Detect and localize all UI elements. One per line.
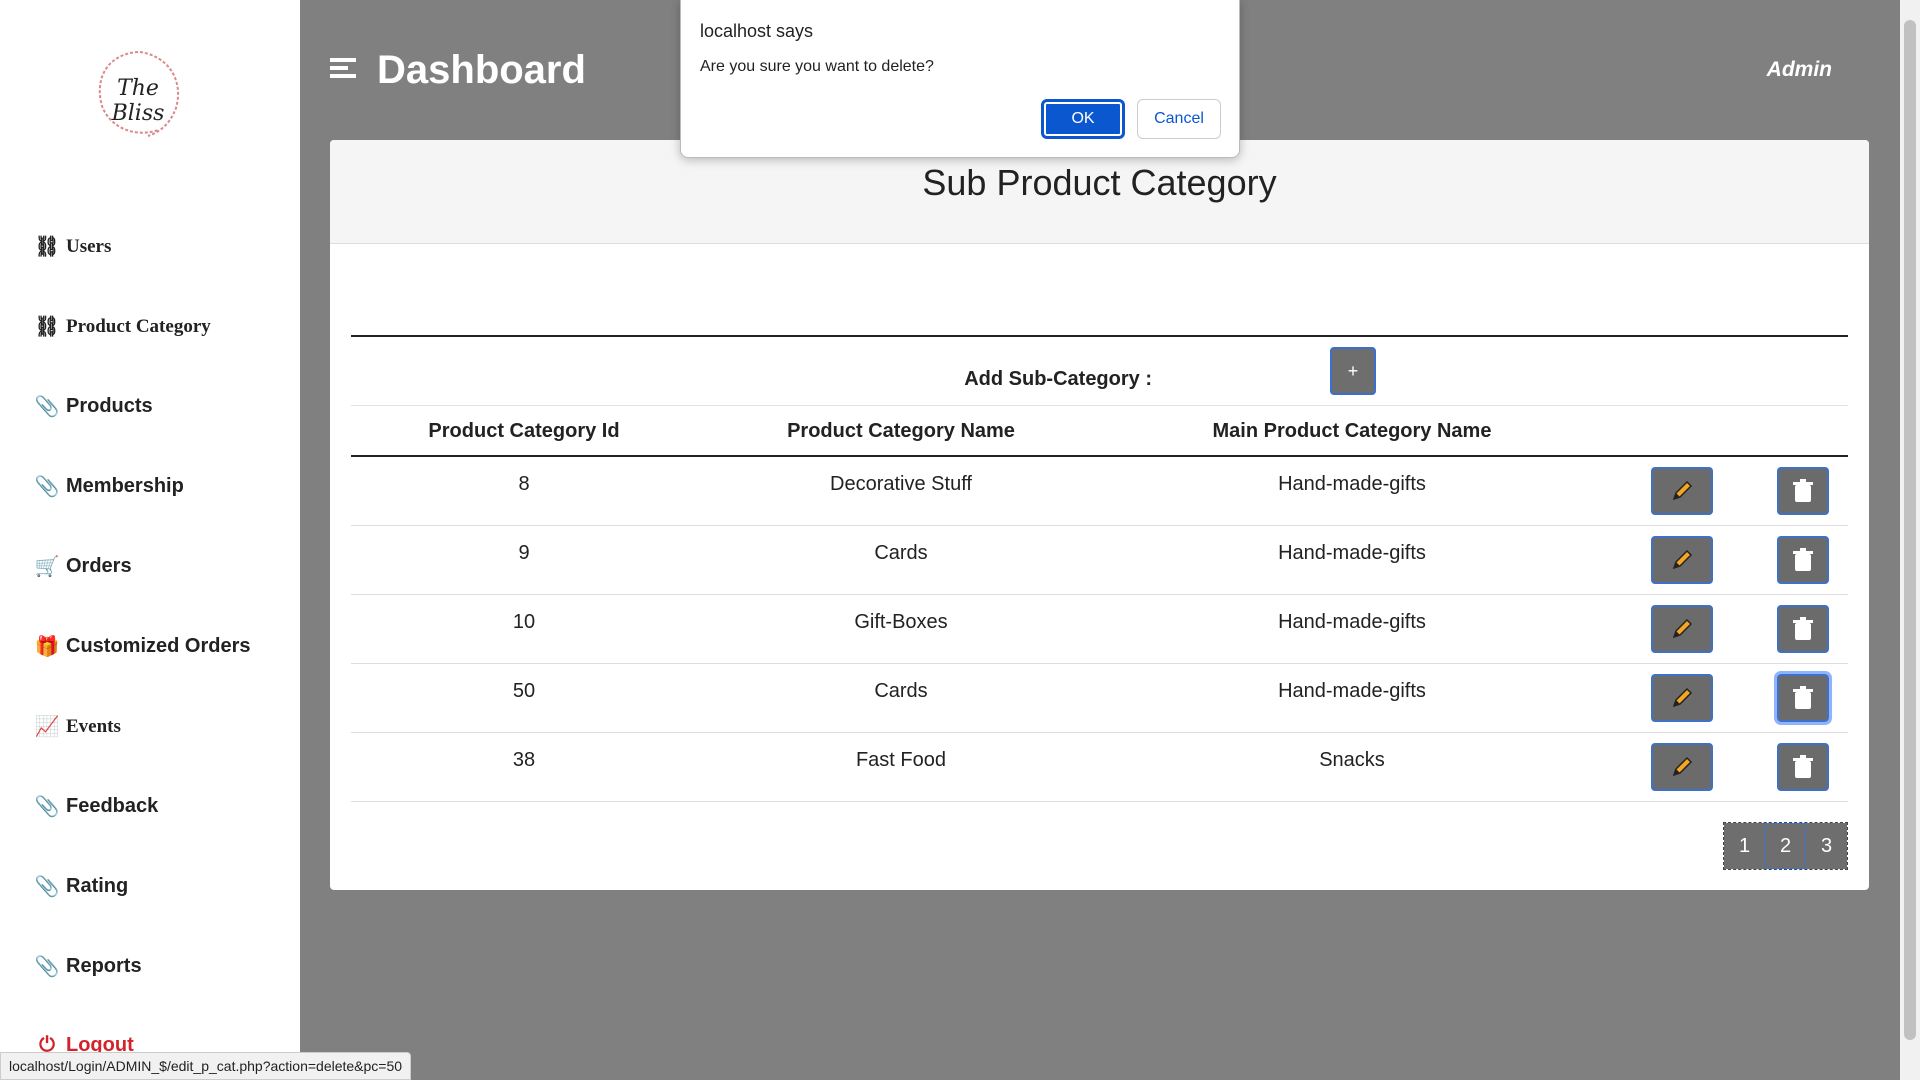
table-row: 10 Gift-Boxes Hand-made-gifts: [351, 595, 1848, 664]
table-row: 9 Cards Hand-made-gifts: [351, 526, 1848, 595]
sidebar-item-product-category[interactable]: ⛓ Product Category: [34, 314, 211, 339]
sitemap-icon: ⛓: [34, 236, 60, 258]
column-header-name: Product Category Name: [787, 420, 1015, 442]
cell-name: Gift-Boxes: [854, 611, 948, 633]
sidebar-item-rating[interactable]: 📎 Rating: [34, 874, 129, 899]
menu-icon[interactable]: [330, 58, 356, 84]
divider: [351, 405, 1848, 406]
sidebar-item-orders[interactable]: 🛒 Orders: [34, 554, 132, 579]
cell-main-category: Hand-made-gifts: [1278, 473, 1426, 495]
paperclip-icon: 📎: [34, 956, 60, 978]
pencil-icon: [1672, 480, 1693, 501]
trash-icon: [1793, 617, 1813, 640]
sub-category-card: Sub Product Category Add Sub-Category : …: [330, 140, 1869, 890]
cell-id: 8: [518, 473, 530, 495]
pencil-icon: [1672, 687, 1693, 708]
cancel-button[interactable]: Cancel: [1137, 99, 1221, 139]
sidebar-item-label: Reports: [66, 955, 142, 977]
edit-button[interactable]: [1651, 467, 1713, 515]
paperclip-icon: 📎: [34, 796, 60, 818]
add-sub-category-label: Add Sub-Category :: [964, 368, 1152, 390]
delete-button[interactable]: [1777, 605, 1829, 653]
sidebar-item-reports[interactable]: 📎 Reports: [34, 954, 142, 979]
add-sub-category-button[interactable]: +: [1330, 347, 1376, 395]
cell-id: 50: [512, 680, 536, 702]
sidebar-item-products[interactable]: 📎 Products: [34, 394, 153, 419]
sidebar-item-label: Product Category: [66, 315, 211, 337]
sidebar-item-label: Users: [66, 235, 112, 257]
pencil-icon: [1672, 549, 1693, 570]
sidebar: The Bliss ⛓ Users ⛓ Product Category 📎 P…: [0, 0, 300, 1080]
cell-id: 38: [512, 749, 536, 771]
edit-button[interactable]: [1651, 605, 1713, 653]
cell-id: 9: [518, 542, 530, 564]
cell-main-category: Snacks: [1319, 749, 1385, 771]
cell-name: Cards: [874, 680, 928, 702]
table-row: 38 Fast Food Snacks: [351, 733, 1848, 802]
page-title: Dashboard: [377, 48, 586, 92]
page-button-active[interactable]: 2: [1765, 823, 1806, 869]
trash-icon: [1793, 548, 1813, 571]
divider: [351, 335, 1848, 337]
sidebar-item-label: Customized Orders: [66, 635, 251, 657]
sidebar-item-label: Rating: [66, 875, 129, 897]
cell-main-category: Hand-made-gifts: [1278, 611, 1426, 633]
sidebar-item-label: Feedback: [66, 795, 159, 817]
dialog-message: Are you sure you want to delete?: [700, 58, 934, 75]
delete-button[interactable]: [1774, 671, 1832, 725]
pencil-icon: [1672, 756, 1693, 777]
paperclip-icon: 📎: [34, 476, 60, 498]
chart-line-icon: 📈: [34, 716, 60, 738]
scrollbar-thumb[interactable]: [1904, 20, 1916, 1040]
sidebar-item-label: Orders: [66, 555, 132, 577]
cart-icon: 🛒: [34, 556, 60, 578]
page-button[interactable]: 1: [1724, 823, 1765, 869]
sidebar-item-label: Membership: [66, 475, 184, 497]
dialog-title: localhost says: [700, 21, 814, 41]
delete-button[interactable]: [1777, 536, 1829, 584]
confirm-dialog: localhost says Are you sure you want to …: [680, 0, 1240, 158]
logo-text: The Bliss: [111, 76, 165, 126]
gift-icon: 🎁: [34, 636, 60, 658]
card-title: Sub Product Category: [922, 162, 1277, 203]
sitemap-icon: ⛓: [34, 316, 60, 338]
edit-button[interactable]: [1651, 536, 1713, 584]
trash-icon: [1793, 755, 1813, 778]
sidebar-item-users[interactable]: ⛓ Users: [34, 234, 112, 259]
pagination: 1 2 3: [1723, 822, 1848, 870]
cell-main-category: Hand-made-gifts: [1278, 542, 1426, 564]
admin-user-label[interactable]: Admin: [1767, 58, 1832, 82]
cell-name: Fast Food: [855, 749, 947, 771]
column-header-main-category: Main Product Category Name: [1212, 420, 1492, 442]
sidebar-item-feedback[interactable]: 📎 Feedback: [34, 794, 159, 819]
paperclip-icon: 📎: [34, 876, 60, 898]
status-bar-url: localhost/Login/ADMIN_$/edit_p_cat.php?a…: [0, 1052, 412, 1080]
trash-icon: [1793, 479, 1813, 502]
logo[interactable]: The Bliss: [88, 48, 188, 140]
delete-button[interactable]: [1777, 743, 1829, 791]
sidebar-item-label: Events: [66, 715, 121, 737]
delete-button[interactable]: [1777, 467, 1829, 515]
page-button[interactable]: 3: [1806, 823, 1847, 869]
sidebar-item-membership[interactable]: 📎 Membership: [34, 474, 184, 499]
sidebar-item-customized-orders[interactable]: 🎁 Customized Orders: [34, 634, 251, 659]
sidebar-item-events[interactable]: 📈 Events: [34, 714, 121, 739]
edit-button[interactable]: [1651, 674, 1713, 722]
column-header-id: Product Category Id: [428, 420, 620, 442]
scrollbar[interactable]: [1900, 0, 1920, 1080]
cell-name: Decorative Stuff: [830, 473, 972, 495]
trash-icon: [1793, 686, 1813, 709]
paperclip-icon: 📎: [34, 396, 60, 418]
ok-button[interactable]: OK: [1041, 99, 1125, 139]
cell-id: 10: [512, 611, 536, 633]
cell-main-category: Hand-made-gifts: [1278, 680, 1426, 702]
pencil-icon: [1672, 618, 1693, 639]
table-row: 8 Decorative Stuff Hand-made-gifts: [351, 457, 1848, 526]
table-row: 50 Cards Hand-made-gifts: [351, 664, 1848, 733]
sidebar-item-label: Products: [66, 395, 153, 417]
edit-button[interactable]: [1651, 743, 1713, 791]
cell-name: Cards: [874, 542, 928, 564]
